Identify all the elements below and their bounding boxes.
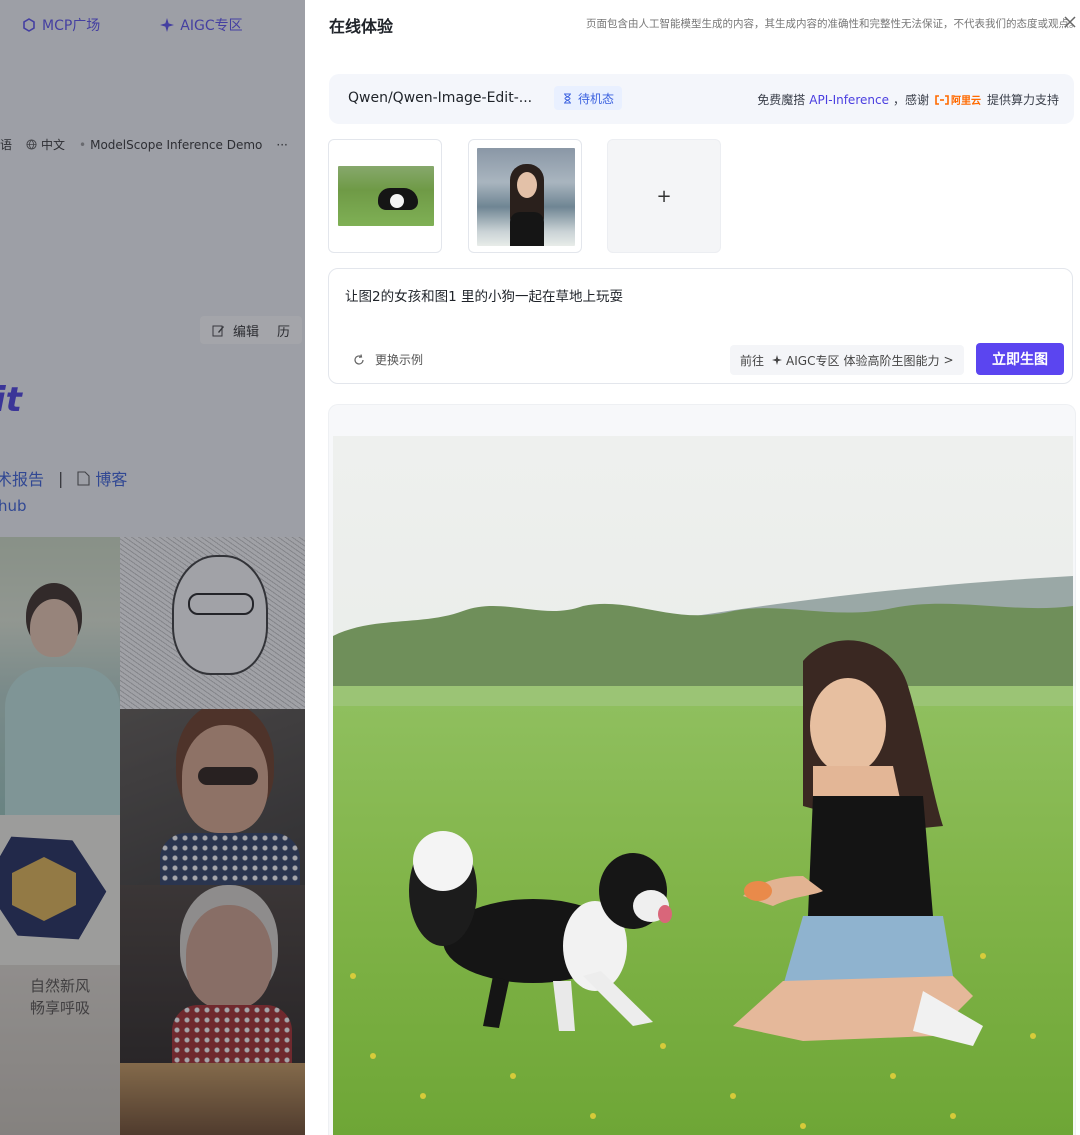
chevron-right-icon: > xyxy=(943,353,954,367)
add-image-button[interactable]: + xyxy=(607,139,721,253)
hourglass-icon xyxy=(564,93,571,103)
generated-image xyxy=(333,436,1073,1135)
screen: MCP广场 AIGC专区 语 中文 ModelScope Inference D… xyxy=(0,0,1080,1135)
credit-thanks: ，感谢 xyxy=(892,93,929,107)
api-inference-link[interactable]: API-Inference xyxy=(809,93,889,107)
background-page: MCP广场 AIGC专区 语 中文 ModelScope Inference D… xyxy=(0,0,305,1135)
credit-suffix: 提供算力支持 xyxy=(986,93,1059,107)
aliyun-logo: 阿里云 xyxy=(935,92,981,107)
status-label: 待机态 xyxy=(578,91,615,106)
online-demo-drawer: 在线体验 页面包含由人工智能模型生成的内容，其生成内容的准确性和完整性无法保证，… xyxy=(305,0,1080,1135)
change-example-button[interactable]: 更换示例 xyxy=(353,351,423,368)
add-icon: + xyxy=(656,185,672,207)
close-button[interactable] xyxy=(1062,14,1078,30)
prompt-text[interactable]: 让图2的女孩和图1 里的小狗一起在草地上玩耍 xyxy=(345,285,623,305)
sparkle-icon xyxy=(772,355,783,365)
girl-thumbnail xyxy=(477,148,575,246)
drawer-title: 在线体验 xyxy=(329,17,394,36)
model-info-bar: Qwen/Qwen-Image-Edit-... 待机态 免费魔搭 API-In… xyxy=(329,74,1074,124)
aigc-link-suffix: 体验高阶生图能力 xyxy=(843,353,940,368)
aliyun-label: 阿里云 xyxy=(950,96,981,107)
result-area xyxy=(328,404,1076,1135)
generated-image-scene xyxy=(333,436,1073,1135)
prompt-input[interactable]: 让图2的女孩和图1 里的小狗一起在草地上玩耍 更换示例 前往 AIGC专区 体验… xyxy=(328,268,1073,384)
compute-credit: 免费魔搭 API-Inference ，感谢 阿里云 提供算力支持 xyxy=(757,91,1059,108)
status-badge: 待机态 xyxy=(554,86,623,110)
modal-overlay[interactable] xyxy=(0,0,305,1135)
aigc-link-prefix: 前往 xyxy=(740,353,765,368)
generate-button[interactable]: 立即生图 xyxy=(976,343,1064,375)
credit-prefix: 免费魔搭 xyxy=(757,93,806,107)
aigc-zone-link[interactable]: 前往 AIGC专区 体验高阶生图能力 > xyxy=(730,345,964,375)
close-icon xyxy=(1064,16,1076,28)
refresh-icon xyxy=(354,353,364,365)
model-name[interactable]: Qwen/Qwen-Image-Edit-... xyxy=(348,90,532,106)
aigc-link-label: AIGC专区 xyxy=(786,353,840,368)
input-image-1[interactable] xyxy=(328,139,442,253)
change-example-label: 更换示例 xyxy=(375,353,424,367)
input-image-2[interactable] xyxy=(468,139,582,253)
aliyun-icon xyxy=(935,94,949,105)
dog-thumbnail xyxy=(338,166,434,226)
ai-content-notice: 页面包含由人工智能模型生成的内容，其生成内容的准确性和完整性无法保证，不代表我们… xyxy=(586,18,1080,30)
